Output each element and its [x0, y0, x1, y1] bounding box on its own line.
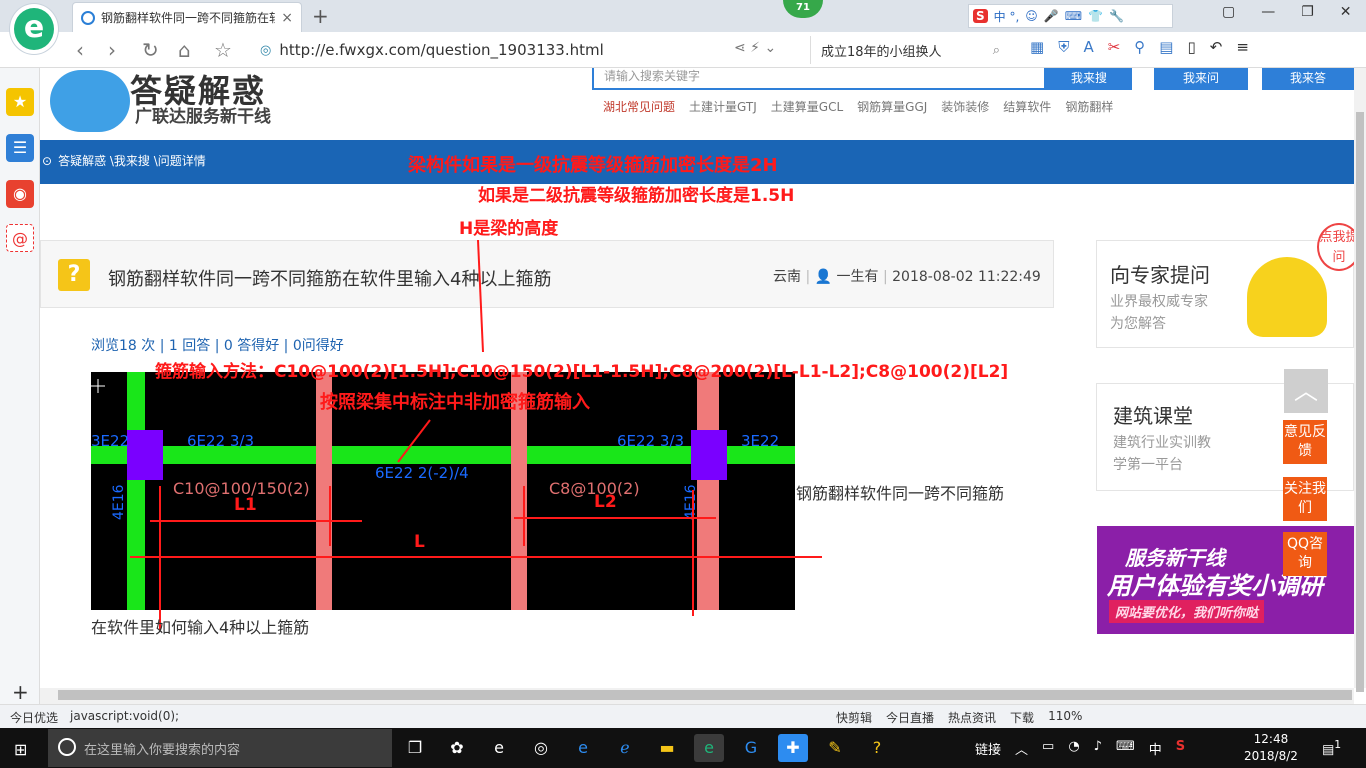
- expert-card-title: 向专家提问: [1110, 263, 1210, 287]
- ie-icon[interactable]: ℯ: [610, 734, 640, 762]
- edge-blue-icon[interactable]: e: [568, 734, 598, 762]
- back-to-top-button[interactable]: ︿: [1284, 369, 1328, 413]
- volume-icon[interactable]: ♪: [1094, 739, 1102, 758]
- horizontal-scroll-thumb[interactable]: [58, 690, 1352, 700]
- pinwheel-app-icon[interactable]: ✿: [442, 734, 472, 762]
- hot-news-link[interactable]: 热点资讯: [948, 709, 996, 726]
- question-body-part2: 在软件里如何输入4种以上箍筋: [91, 618, 310, 637]
- follow-button[interactable]: 关注我们: [1283, 477, 1327, 521]
- quick-cut-link[interactable]: 快剪辑: [836, 709, 872, 726]
- help-icon[interactable]: ?: [862, 734, 892, 762]
- expert-card-sub2: 为您解答: [1110, 316, 1166, 332]
- ime-indicator[interactable]: 中: [1149, 739, 1162, 758]
- banner-tagline: 网站要优化，我们听你哒: [1109, 600, 1265, 623]
- annotation-note: 按照梁集中标注中非加密箍筋输入: [320, 392, 590, 413]
- annotation-line3: H是梁的高度: [459, 219, 559, 239]
- expert-card[interactable]: 向专家提问 业界最权威专家 为您解答 点我提问: [1096, 223, 1361, 348]
- browser-logo[interactable]: e: [10, 4, 58, 54]
- expert-mascot: [1247, 257, 1327, 337]
- live-link[interactable]: 今日直播: [886, 709, 934, 726]
- vertical-scroll-thumb[interactable]: [1356, 112, 1364, 692]
- daily-picks-link[interactable]: 今日优选: [10, 709, 58, 726]
- annotation-line2: 如果是二级抗震等级箍筋加密长度是1.5H: [478, 186, 795, 206]
- download-link[interactable]: 下载: [1010, 709, 1034, 726]
- clock-time: 12:48: [1253, 732, 1289, 746]
- glodon-icon[interactable]: G: [736, 734, 766, 762]
- windows-start-icon[interactable]: ⊞: [14, 740, 27, 759]
- status-right: 快剪辑 今日直播 热点资讯 下载 110%: [836, 709, 1082, 726]
- status-bar: [0, 704, 1366, 728]
- remote-icon[interactable]: ✚: [778, 734, 808, 762]
- tray-links[interactable]: 链接: [975, 739, 1001, 758]
- course-card-sub2: 学第一平台: [1113, 457, 1183, 473]
- annotation-line1: 梁构件如果是一级抗震等级箍筋加密长度是2H: [408, 155, 778, 176]
- dim-label-l1: L1: [234, 495, 257, 515]
- browser-taskbar-icon[interactable]: e: [694, 734, 724, 762]
- status-url: javascript:void(0);: [70, 709, 180, 723]
- zoom-level[interactable]: 110%: [1048, 709, 1082, 726]
- battery-icon[interactable]: ▭: [1042, 739, 1054, 758]
- feedback-button[interactable]: 意见反馈: [1283, 420, 1327, 464]
- expert-card-sub1: 业界最权威专家: [1110, 294, 1208, 310]
- dim-label-l2: L2: [594, 492, 617, 512]
- cortana-icon[interactable]: [58, 738, 76, 756]
- annotation-method: 箍筋输入方法：C10@100(2)[1.5H];C10@150(2)[L1-1.…: [155, 362, 1009, 382]
- wifi-icon[interactable]: ◔: [1068, 739, 1079, 758]
- keyboard-icon[interactable]: ⌨: [1116, 739, 1135, 758]
- taskbar-clock[interactable]: 12:48 2018/8/2: [1244, 731, 1298, 765]
- taskbar-search-input[interactable]: 在这里输入你要搜索的内容: [48, 729, 392, 767]
- system-tray: 链接 ︿ ▭ ◔ ♪ ⌨ 中 S: [975, 739, 1185, 758]
- notification-count: 1: [1334, 738, 1342, 751]
- sogou-tray-icon[interactable]: S: [1176, 739, 1185, 758]
- course-card-sub1: 建筑行业实训教: [1113, 435, 1211, 451]
- taskbar-apps: ❐ ✿ e ◎ e ℯ ▬ e G ✚ ✎ ?: [400, 734, 892, 762]
- notes-icon[interactable]: ✎: [820, 734, 850, 762]
- dim-label-l: L: [414, 532, 425, 552]
- clock-date: 2018/8/2: [1244, 749, 1298, 763]
- app-icon[interactable]: ◎: [526, 734, 556, 762]
- tray-expand-icon[interactable]: ︿: [1015, 739, 1028, 758]
- file-explorer-icon[interactable]: ▬: [652, 734, 682, 762]
- question-body-part1: 钢筋翻样软件同一跨不同箍筋: [796, 484, 1005, 503]
- action-center-icon[interactable]: ▤1: [1322, 738, 1341, 757]
- status-left: 今日优选 javascript:void(0);: [10, 709, 179, 726]
- qq-consult-button[interactable]: QQ咨询: [1283, 532, 1327, 576]
- task-view-icon[interactable]: ❐: [400, 734, 430, 762]
- course-card-title: 建筑课堂: [1113, 404, 1193, 428]
- edge-icon[interactable]: e: [484, 734, 514, 762]
